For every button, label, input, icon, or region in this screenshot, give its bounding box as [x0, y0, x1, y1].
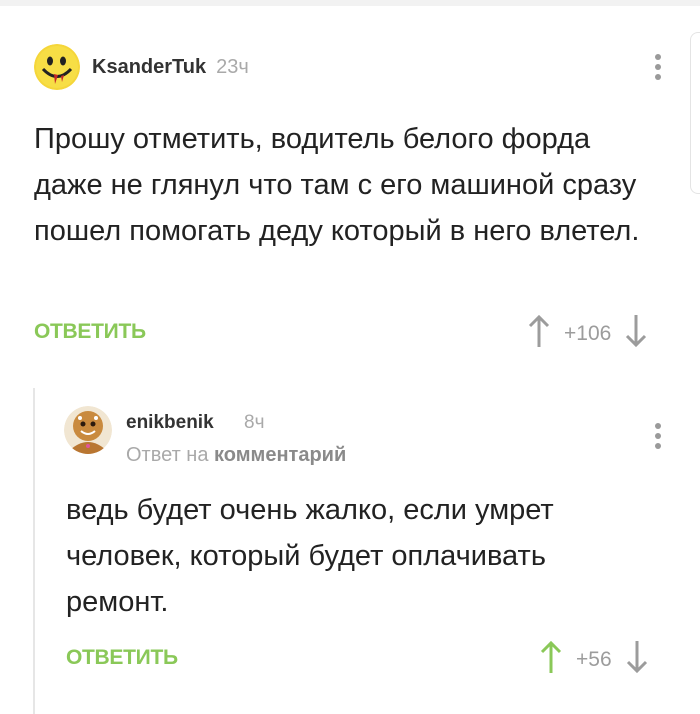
side-panel-edge — [690, 32, 700, 194]
reply-username[interactable]: enikbenik — [126, 412, 214, 434]
top-strip — [0, 0, 700, 6]
reply-button[interactable]: ОТВЕТИТЬ — [34, 320, 146, 344]
thread-line — [33, 388, 35, 714]
gingerbread-avatar-icon[interactable] — [64, 406, 112, 454]
upvote-arrow-icon[interactable] — [540, 640, 562, 679]
smiley-avatar-icon[interactable] — [34, 44, 80, 90]
reply-time: 8ч — [244, 412, 265, 433]
vote-count: +106 — [564, 321, 612, 345]
comments-page: KsanderTuk 23ч Прошу отметить, водитель … — [0, 0, 700, 714]
downvote-arrow-icon[interactable] — [626, 640, 648, 679]
comment-text: Прошу отметить, водитель белого форда да… — [34, 123, 640, 247]
downvote-arrow-icon[interactable] — [625, 314, 647, 353]
reply-to-target-link[interactable]: комментарий — [214, 444, 346, 466]
more-menu-icon[interactable] — [654, 54, 662, 80]
vote-block: +106 — [528, 314, 647, 353]
reply-comment-header — [64, 406, 112, 454]
comment-time: 23ч — [216, 55, 249, 78]
reply-reply-button[interactable]: ОТВЕТИТЬ — [66, 646, 178, 670]
reply-to-line: Ответ на комментарий — [126, 444, 346, 467]
reply-vote-count: +56 — [576, 647, 612, 671]
comment-username[interactable]: KsanderTuk — [92, 56, 206, 79]
reply-more-menu-icon[interactable] — [654, 423, 662, 449]
reply-to-prefix: Ответ на — [126, 444, 209, 466]
reply-comment-text: ведь будет очень жалко, если умрет челов… — [66, 494, 554, 618]
comment-header: KsanderTuk 23ч — [34, 44, 249, 90]
reply-vote-block: +56 — [540, 640, 648, 679]
upvote-arrow-icon[interactable] — [528, 314, 550, 353]
